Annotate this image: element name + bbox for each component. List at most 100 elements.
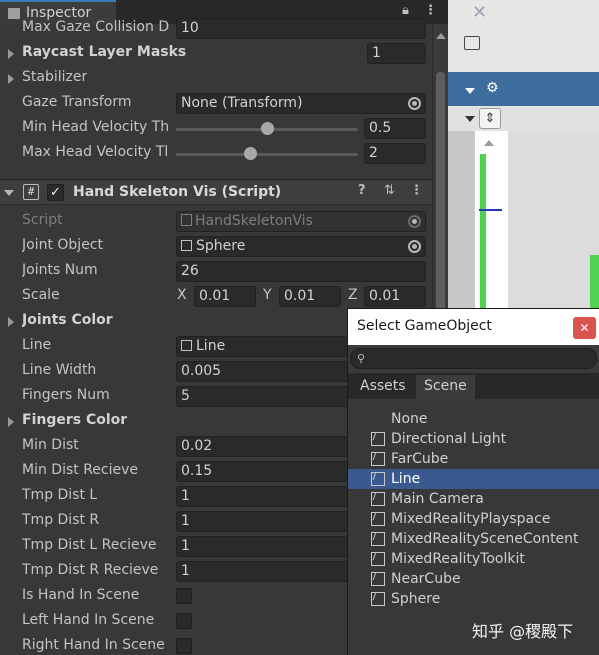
scene-gray-area [508, 131, 599, 308]
is-hand-checkbox[interactable] [176, 588, 192, 604]
list-item[interactable]: FarCube [348, 449, 599, 469]
scale-y-field[interactable]: 0.01 [279, 286, 341, 307]
list-item-label: MixedRealityPlayspace [391, 511, 551, 527]
tmp-dist-r-recieve-label: Tmp Dist R Recieve [22, 562, 159, 578]
is-hand-label: Is Hand In Scene [22, 587, 140, 603]
list-item-label: MixedRealitySceneContent [391, 531, 579, 547]
script-icon: # [23, 184, 39, 200]
help-icon[interactable]: ? [358, 183, 366, 198]
list-item-label: MixedRealityToolkit [391, 551, 525, 567]
search-icon: ⚲ [357, 352, 366, 365]
object-picker-icon [408, 215, 421, 228]
cube-icon [181, 340, 192, 351]
scale-x-label: X [177, 287, 187, 303]
picker-title: Select GameObject [357, 318, 492, 334]
list-item[interactable]: NearCube [348, 569, 599, 589]
min-head-label: Min Head Velocity Th [22, 119, 170, 135]
stabilizer-label: Stabilizer [22, 69, 88, 85]
list-item[interactable]: Main Camera [348, 489, 599, 509]
cube-icon [371, 472, 385, 486]
fingers-num-label: Fingers Num [22, 387, 110, 403]
settings-gear-icon[interactable]: ⚙ [486, 80, 499, 96]
min-dist-label: Min Dist [22, 437, 79, 453]
foldout-arrow-icon[interactable] [8, 317, 14, 327]
foldout-arrow-icon[interactable] [8, 417, 14, 427]
close-button[interactable]: ✕ [573, 317, 596, 339]
gaze-transform-label: Gaze Transform [22, 94, 132, 110]
scale-label: Scale [22, 287, 60, 303]
list-item[interactable]: MixedRealityPlayspace [348, 509, 599, 529]
tab-assets[interactable]: Assets [352, 375, 414, 399]
joint-object-field[interactable]: Sphere [176, 236, 426, 257]
joints-num-field[interactable]: 26 [176, 261, 426, 282]
tmp-dist-l-label: Tmp Dist L [22, 487, 98, 503]
script-value: HandSkeletonVis [195, 213, 313, 229]
right-hand-label: Right Hand In Scene [22, 637, 165, 653]
max-gaze-field[interactable]: 10 [176, 18, 426, 39]
component-menu-icon[interactable]: ⋮ [410, 183, 423, 198]
object-picker-icon[interactable] [408, 97, 421, 110]
component-foldout-icon[interactable] [4, 190, 14, 196]
max-head-field[interactable]: 2 [364, 143, 426, 164]
list-item[interactable]: MixedRealitySceneContent [348, 529, 599, 549]
move-tool-icon[interactable]: ⇕ [479, 108, 501, 129]
list-item[interactable]: MixedRealityToolkit [348, 549, 599, 569]
dropdown-arrow-icon[interactable] [465, 88, 475, 94]
left-hand-label: Left Hand In Scene [22, 612, 155, 628]
object-picker-icon[interactable] [408, 240, 421, 253]
row-max-gaze: Max Gaze Collision D 10 [0, 16, 432, 41]
line-value: Line [196, 338, 226, 354]
tmp-dist-r-label: Tmp Dist R [22, 512, 100, 528]
picker-titlebar[interactable]: Select GameObject ✕ [348, 309, 599, 345]
joints-num-label: Joints Num [22, 262, 98, 278]
scroll-up-icon[interactable] [484, 140, 494, 146]
scrollbar-thumb[interactable] [436, 72, 445, 340]
component-header[interactable]: # ✓ Hand Skeleton Vis (Script) ? ⇅ ⋮ [0, 179, 432, 205]
raycast-size-field[interactable]: 1 [367, 43, 426, 64]
scroll-up-icon[interactable] [436, 33, 446, 39]
preset-icon[interactable]: ⇅ [384, 183, 395, 198]
foldout-arrow-icon[interactable] [8, 74, 14, 84]
list-item[interactable]: Sphere [348, 589, 599, 609]
scene-top-area: ✕ [448, 0, 599, 72]
select-gameobject-window: Select GameObject ✕ ⚲ Assets Scene None D… [347, 308, 599, 655]
list-item[interactable]: Directional Light [348, 429, 599, 449]
scale-z-field[interactable]: 0.01 [364, 286, 426, 307]
max-head-slider-handle[interactable] [243, 147, 257, 160]
foldout-arrow-icon[interactable] [8, 49, 14, 59]
row-scale: Scale X 0.01 Y 0.01 Z 0.01 [0, 284, 432, 309]
cube-icon [371, 552, 385, 566]
watermark-text: 知乎 @稷殿下 [472, 622, 574, 641]
scale-x-field[interactable]: 0.01 [194, 286, 256, 307]
line-width-label: Line Width [22, 362, 97, 378]
list-item-label: None [391, 411, 428, 427]
row-max-head-velocity: Max Head Velocity Tl 2 [0, 141, 432, 166]
script-label: Script [22, 212, 63, 228]
row-min-head-velocity: Min Head Velocity Th 0.5 [0, 116, 432, 141]
list-item[interactable]: None [348, 409, 599, 429]
tmp-dist-l-recieve-label: Tmp Dist L Recieve [22, 537, 157, 553]
dropdown-arrow-icon[interactable] [465, 116, 475, 122]
close-icon[interactable]: ✕ [472, 2, 487, 23]
joint-object-label: Joint Object [22, 237, 103, 253]
left-hand-checkbox[interactable] [176, 613, 192, 629]
component-enabled-checkbox[interactable]: ✓ [47, 184, 64, 201]
chat-icon[interactable] [464, 36, 480, 50]
gaze-transform-field[interactable]: None (Transform) [176, 93, 426, 114]
right-hand-checkbox[interactable] [176, 638, 192, 654]
script-field: HandSkeletonVis [176, 211, 426, 232]
search-input[interactable]: ⚲ [350, 348, 597, 369]
green-edge-bar [590, 255, 599, 315]
green-bar [480, 154, 486, 308]
tab-scene[interactable]: Scene [416, 375, 475, 399]
min-head-field[interactable]: 0.5 [364, 118, 426, 139]
script-file-icon [181, 214, 192, 226]
min-head-slider-handle[interactable] [260, 122, 274, 135]
max-head-slider-track[interactable] [176, 153, 358, 156]
picker-search-area: ⚲ [348, 345, 599, 373]
list-item-label: Sphere [391, 591, 441, 607]
cube-icon [371, 532, 385, 546]
list-item[interactable]: Line [348, 469, 599, 489]
joint-object-value: Sphere [196, 238, 246, 254]
cube-icon [371, 492, 385, 506]
